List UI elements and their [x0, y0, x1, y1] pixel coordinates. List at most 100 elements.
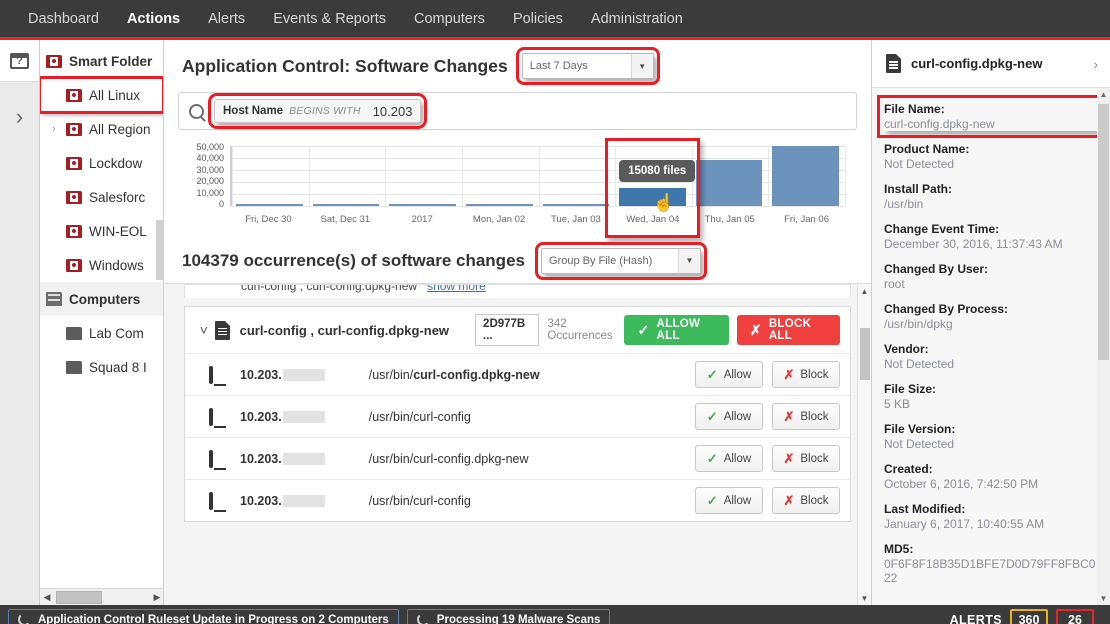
nav-item-actions[interactable]: Actions	[113, 11, 194, 27]
expand-panel-button[interactable]: ›	[0, 82, 39, 152]
chart-bar[interactable]	[236, 204, 303, 206]
sidebar-item-win-eol[interactable]: WIN-EOL	[40, 214, 163, 248]
nav-item-dashboard[interactable]: Dashboard	[14, 11, 113, 27]
status-task[interactable]: Processing 19 Malware Scans	[407, 609, 611, 624]
search-bar[interactable]: Host Name BEGINS WITH 10.203	[178, 92, 857, 130]
alerts-warning-badge[interactable]: 360	[1010, 609, 1048, 624]
allow-all-button[interactable]: ✓ ALLOW ALL	[624, 315, 728, 345]
alerts-critical-badge[interactable]: 26	[1056, 609, 1094, 624]
chart-bar[interactable]	[543, 204, 610, 206]
spinner-icon	[417, 613, 430, 624]
scroll-up-icon[interactable]: ▲	[1097, 88, 1110, 101]
folder-icon	[66, 361, 82, 374]
chart-gridline	[232, 206, 845, 207]
details-vertical-scrollbar[interactable]: ▲ ▼	[1097, 88, 1110, 605]
detail-field-label: Created:	[884, 462, 1098, 476]
smart-folder-icon	[66, 123, 82, 136]
detail-field: File Name:curl-config.dpkg-new	[884, 102, 1098, 131]
scroll-up-icon[interactable]: ▲	[858, 284, 871, 298]
details-scroll-thumb[interactable]	[1098, 104, 1109, 360]
chevron-right-icon[interactable]: ›	[1093, 56, 1098, 72]
host-icon-wrap	[209, 452, 228, 466]
file-hash-badge[interactable]: 2D977B ...	[475, 314, 539, 346]
sidebar-item-label: Computers	[69, 292, 140, 307]
block-button[interactable]: ✗Block	[772, 445, 840, 472]
help-button[interactable]: ?	[0, 40, 39, 82]
chart-bar[interactable]	[696, 160, 763, 206]
results-list: curl-config , curl-config.dpkg-new show …	[164, 284, 871, 605]
computer-monitor-icon	[209, 492, 213, 510]
results-scroll-thumb[interactable]	[860, 328, 870, 380]
allow-label: Allow	[724, 495, 751, 507]
block-button[interactable]: ✗Block	[772, 361, 840, 388]
search-icon	[189, 104, 204, 119]
scroll-down-icon[interactable]: ▼	[858, 591, 871, 605]
block-button[interactable]: ✗Block	[772, 403, 840, 430]
sidebar-item-label: Lab Com	[89, 326, 144, 341]
sidebar-item-squad-8-i[interactable]: Squad 8 I	[40, 350, 163, 384]
file-path: /usr/bin/curl-config.dpkg-new	[369, 368, 540, 382]
search-facet-chip[interactable]: Host Name BEGINS WITH 10.203	[214, 99, 421, 123]
allow-button[interactable]: ✓Allow	[695, 403, 763, 430]
chart-highlight-annotation	[605, 138, 700, 238]
tree-twisty-icon[interactable]: ›	[52, 123, 56, 135]
nav-item-administration[interactable]: Administration	[577, 11, 697, 27]
allow-button[interactable]: ✓Allow	[695, 445, 763, 472]
x-tick-label: Sat, Dec 31	[320, 214, 370, 225]
detail-field: Last Modified:January 6, 2017, 10:40:55 …	[884, 502, 1098, 531]
sidebar-item-smart-folder[interactable]: Smart Folder	[40, 44, 163, 78]
chart-bar[interactable]	[389, 204, 456, 206]
chart-gridline-vertical	[845, 146, 846, 206]
occurrences-header: 104379 occurrence(s) of software changes…	[164, 238, 871, 284]
sidebar-hscroll-thumb[interactable]	[56, 591, 102, 604]
computer-monitor-icon	[209, 450, 213, 468]
sidebar-item-all-region[interactable]: ›All Region	[40, 112, 163, 146]
sidebar-horizontal-scrollbar[interactable]: ◀ ▶	[40, 588, 164, 605]
sidebar-item-windows[interactable]: Windows	[40, 248, 163, 282]
host-row: 10.203./usr/bin/curl-config✓Allow✗Block	[185, 479, 850, 521]
detail-field-label: File Name:	[884, 102, 1098, 116]
block-label: Block	[800, 411, 828, 423]
nav-item-computers[interactable]: Computers	[400, 11, 499, 27]
detail-field-label: File Version:	[884, 422, 1098, 436]
sidebar-item-salesforc[interactable]: Salesforc	[40, 180, 163, 214]
scroll-right-icon[interactable]: ▶	[150, 592, 164, 603]
x-tick-label: Fri, Jan 06	[784, 214, 829, 225]
sidebar-vertical-scrollbar-thumb[interactable]	[156, 220, 163, 280]
scroll-down-icon[interactable]: ▼	[1097, 592, 1110, 605]
x-tick-label: Thu, Jan 05	[705, 214, 755, 225]
status-task[interactable]: Application Control Ruleset Update in Pr…	[8, 609, 399, 624]
sidebar-item-lab-com[interactable]: Lab Com	[40, 316, 163, 350]
host-icon-wrap	[209, 368, 228, 382]
nav-item-alerts[interactable]: Alerts	[194, 11, 259, 27]
group-by-select[interactable]: Group By File (Hash) ▼	[541, 248, 701, 274]
results-vertical-scrollbar[interactable]: ▲ ▼	[857, 284, 871, 605]
sidebar-item-lockdow[interactable]: Lockdow	[40, 146, 163, 180]
collapse-chevron-icon[interactable]: ˅	[195, 322, 213, 338]
chart-bar[interactable]	[772, 146, 839, 206]
allow-button[interactable]: ✓Allow	[695, 487, 763, 514]
sidebar-item-all-linux[interactable]: All Linux	[40, 78, 163, 112]
allow-button[interactable]: ✓Allow	[695, 361, 763, 388]
file-group-name: curl-config , curl-config.dpkg-new	[240, 323, 449, 338]
page-title: Application Control: Software Changes	[182, 56, 508, 77]
alerts-summary: ALERTS 360 26	[950, 609, 1102, 624]
scroll-left-icon[interactable]: ◀	[40, 592, 54, 603]
block-button[interactable]: ✗Block	[772, 487, 840, 514]
time-range-select[interactable]: Last 7 Days ▼	[522, 53, 654, 79]
check-icon: ✓	[707, 451, 718, 467]
search-input-value[interactable]: 10.203	[373, 104, 413, 119]
chart-bar[interactable]	[313, 204, 380, 206]
nav-item-events-reports[interactable]: Events & Reports	[259, 11, 400, 27]
redacted-ip-segment	[283, 495, 325, 507]
x-icon: ✗	[783, 451, 794, 467]
chart-bar[interactable]	[466, 204, 533, 206]
sidebar-item-computers[interactable]: Computers	[40, 282, 163, 316]
clipped-previous-row: curl-config , curl-config.dpkg-new show …	[184, 284, 851, 298]
detail-field-value: Not Detected	[884, 157, 1098, 171]
chart-x-axis-labels: Fri, Dec 30Sat, Dec 312017Mon, Jan 02Tue…	[230, 214, 845, 228]
check-icon: ✓	[707, 367, 718, 383]
block-all-button[interactable]: ✗ BLOCK ALL	[737, 315, 840, 345]
show-more-link[interactable]: show more	[427, 284, 486, 293]
nav-item-policies[interactable]: Policies	[499, 11, 577, 27]
